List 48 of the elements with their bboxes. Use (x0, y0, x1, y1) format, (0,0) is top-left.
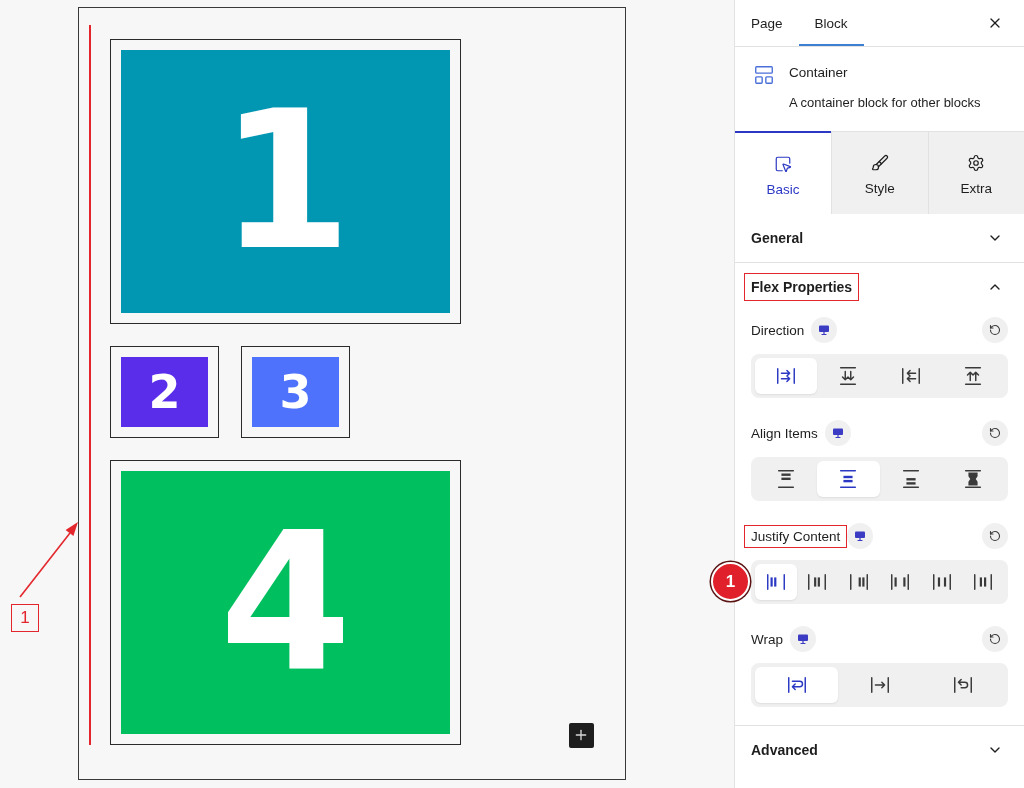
panel-tab[interactable]: Extra (927, 131, 1024, 214)
section-title[interactable]: Flex Properties (744, 273, 860, 301)
control-label: Align Items (750, 424, 819, 443)
wrap-reverse-icon (951, 674, 974, 696)
justify-around-icon (930, 571, 953, 593)
justify-evenly-icon (972, 571, 995, 593)
justify-start-icon (764, 571, 787, 593)
no-wrap-icon (868, 674, 891, 696)
panel-tab[interactable]: Style (831, 131, 928, 214)
segment-button[interactable] (755, 358, 818, 394)
arrows-right-icon (775, 365, 798, 387)
segment-button[interactable] (755, 667, 838, 703)
segment-button[interactable] (755, 564, 797, 600)
sidebar-tab[interactable]: Page (735, 0, 799, 46)
segment-button[interactable] (817, 461, 880, 497)
control-label: Justify Content (744, 524, 848, 548)
justify-end-icon (847, 571, 870, 593)
block-description: A container block for other blocks (789, 94, 982, 112)
pointer-icon (774, 154, 792, 173)
justify-center-icon (806, 571, 829, 593)
reset-icon[interactable] (982, 420, 1008, 446)
control-label: Wrap (750, 630, 784, 649)
reset-icon[interactable] (982, 317, 1008, 343)
reset-icon[interactable] (982, 523, 1008, 549)
block-title: Container (789, 64, 849, 82)
justify-between-icon (889, 571, 912, 593)
brush-icon (870, 154, 889, 172)
add-block-button[interactable] (568, 722, 594, 748)
numbered-block: 4 (121, 471, 450, 734)
reset-icon[interactable] (982, 626, 1008, 652)
monitor-icon[interactable] (847, 523, 874, 549)
control-label: Direction (750, 321, 806, 340)
arrows-left-icon (899, 365, 922, 387)
step-badge: 1 (711, 562, 750, 601)
wrap-icon (785, 674, 808, 696)
layout-icon (753, 64, 775, 86)
sidebar-tab[interactable]: Block (798, 0, 864, 46)
monitor-icon[interactable] (824, 420, 851, 446)
numbered-block: 2 (121, 357, 208, 427)
numbered-block: 3 (252, 357, 339, 427)
numbered-block: 1 (121, 50, 450, 313)
section-title[interactable]: General (744, 224, 811, 252)
monitor-icon[interactable] (790, 626, 816, 652)
settings-icon (967, 154, 986, 172)
monitor-icon[interactable] (811, 317, 838, 343)
callout-label: 1 (11, 604, 39, 632)
plus-icon (573, 727, 589, 743)
section-title[interactable]: Advanced (744, 736, 825, 764)
